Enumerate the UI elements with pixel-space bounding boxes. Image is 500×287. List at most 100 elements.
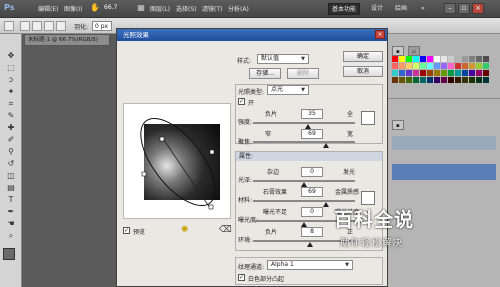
hand-tool-icon[interactable]: ☚ [3, 218, 19, 229]
color-swatch[interactable] [469, 56, 475, 62]
menu-filter[interactable]: 滤镜(T) [202, 4, 222, 13]
exposure-input[interactable]: 0 [301, 207, 323, 217]
color-swatch[interactable] [406, 70, 412, 76]
healing-brush-icon[interactable]: ✚ [3, 122, 19, 133]
color-swatch[interactable] [462, 70, 468, 76]
eraser-tool-icon[interactable]: ◫ [3, 170, 19, 181]
material-slider-thumb[interactable] [323, 202, 329, 207]
color-swatch[interactable] [455, 56, 461, 62]
subtract-selection-icon[interactable] [44, 21, 54, 31]
color-swatch[interactable] [455, 70, 461, 76]
color-swatch[interactable] [392, 56, 398, 62]
workspace-painting[interactable]: 绘画 [392, 3, 410, 15]
marquee-tool-icon[interactable]: ⬚ [3, 62, 19, 73]
color-swatch[interactable] [420, 77, 426, 83]
restore-icon[interactable]: ▫ [458, 3, 470, 14]
color-swatch[interactable] [420, 63, 426, 69]
color-swatch[interactable] [413, 56, 419, 62]
color-swatch[interactable] [413, 77, 419, 83]
color-swatch[interactable] [441, 63, 447, 69]
stamp-tool-icon[interactable]: ⚲ [3, 146, 19, 157]
color-swatch[interactable] [413, 63, 419, 69]
dialog-close-icon[interactable]: × [375, 30, 385, 39]
color-swatch[interactable] [455, 77, 461, 83]
menu-analysis[interactable]: 分析(A) [228, 4, 249, 13]
intensity-input[interactable]: 35 [301, 109, 323, 119]
tab-swatches[interactable]: ▫ [408, 46, 420, 56]
focus-input[interactable]: 69 [301, 129, 323, 139]
color-swatch[interactable] [427, 63, 433, 69]
light-color-box[interactable] [361, 111, 375, 125]
material-slider[interactable] [253, 200, 355, 202]
color-swatch[interactable] [406, 63, 412, 69]
focus-slider[interactable] [253, 141, 355, 143]
color-swatch[interactable] [427, 70, 433, 76]
color-swatch[interactable] [476, 77, 482, 83]
color-swatch[interactable] [462, 56, 468, 62]
cancel-button[interactable]: 取消 [343, 66, 383, 77]
new-selection-icon[interactable] [20, 21, 30, 31]
trash-icon[interactable]: ⌫ [219, 225, 232, 235]
menu-layer[interactable]: 图层(L) [150, 4, 170, 13]
color-swatch[interactable] [476, 63, 482, 69]
feather-input[interactable]: 0 px [92, 21, 112, 31]
lasso-tool-icon[interactable]: ↄ [3, 74, 19, 85]
tab-color[interactable]: ▪ [392, 46, 404, 56]
material-input[interactable]: 69 [301, 187, 323, 197]
color-swatch[interactable] [483, 63, 489, 69]
color-swatch[interactable] [392, 77, 398, 83]
color-swatch[interactable] [434, 56, 440, 62]
save-button[interactable]: 存储... [249, 68, 281, 79]
color-swatch[interactable] [427, 56, 433, 62]
color-swatch[interactable] [448, 70, 454, 76]
color-swatch[interactable] [434, 70, 440, 76]
light-ellipse[interactable] [124, 104, 232, 220]
zoom-level[interactable]: 66.7 [104, 4, 117, 11]
color-swatch[interactable] [399, 77, 405, 83]
color-swatch[interactable] [462, 77, 468, 83]
magic-wand-icon[interactable]: ✦ [3, 86, 19, 97]
color-swatch[interactable] [406, 77, 412, 83]
layer-row-selected[interactable] [392, 164, 496, 180]
color-swatch[interactable] [462, 63, 468, 69]
pen-tool-icon[interactable]: ✒ [3, 206, 19, 217]
gloss-input[interactable]: 0 [301, 167, 323, 177]
type-tool-icon[interactable]: T [3, 194, 19, 205]
color-swatch[interactable] [483, 56, 489, 62]
color-swatch[interactable] [406, 56, 412, 62]
color-swatch[interactable] [434, 77, 440, 83]
brush-tool-icon[interactable]: ✐ [3, 134, 19, 145]
color-swatch[interactable] [399, 56, 405, 62]
light-type-dropdown[interactable]: 点光 ▼ [267, 85, 309, 95]
color-swatch[interactable] [476, 70, 482, 76]
color-swatch[interactable] [392, 63, 398, 69]
texture-channel-dropdown[interactable]: Alpha 1 ▼ [267, 260, 353, 270]
marquee-icon[interactable] [4, 21, 14, 31]
color-swatch[interactable] [441, 56, 447, 62]
color-swatch[interactable] [420, 56, 426, 62]
foreground-color-swatch[interactable] [3, 248, 15, 260]
crop-tool-icon[interactable]: ⌗ [3, 98, 19, 109]
minimize-icon[interactable]: – [444, 3, 456, 14]
light-on-checkbox[interactable]: ✓ [238, 98, 245, 105]
gradient-tool-icon[interactable]: ▤ [3, 182, 19, 193]
color-swatch[interactable] [399, 70, 405, 76]
color-swatch[interactable] [441, 70, 447, 76]
preview-checkbox[interactable]: ✓ [123, 227, 130, 234]
color-swatch[interactable] [434, 63, 440, 69]
color-swatch[interactable] [455, 63, 461, 69]
menu-select[interactable]: 选择(S) [176, 4, 197, 13]
menu-image[interactable]: 图像(I) [64, 4, 82, 13]
ambience-slider-thumb[interactable] [307, 242, 313, 247]
color-swatch[interactable] [448, 63, 454, 69]
arrange-icon[interactable]: ▦ [136, 3, 146, 13]
color-swatch[interactable] [399, 63, 405, 69]
eyedropper-icon[interactable]: ✎ [3, 110, 19, 121]
document-tab[interactable]: 未标题-1 @ 66.7%(RGB/8) [24, 34, 110, 46]
color-swatch[interactable] [427, 77, 433, 83]
close-icon[interactable]: × [472, 3, 484, 14]
color-swatch[interactable] [476, 56, 482, 62]
color-swatch[interactable] [441, 77, 447, 83]
intersect-selection-icon[interactable] [56, 21, 66, 31]
menu-edit[interactable]: 编辑(E) [38, 4, 58, 13]
